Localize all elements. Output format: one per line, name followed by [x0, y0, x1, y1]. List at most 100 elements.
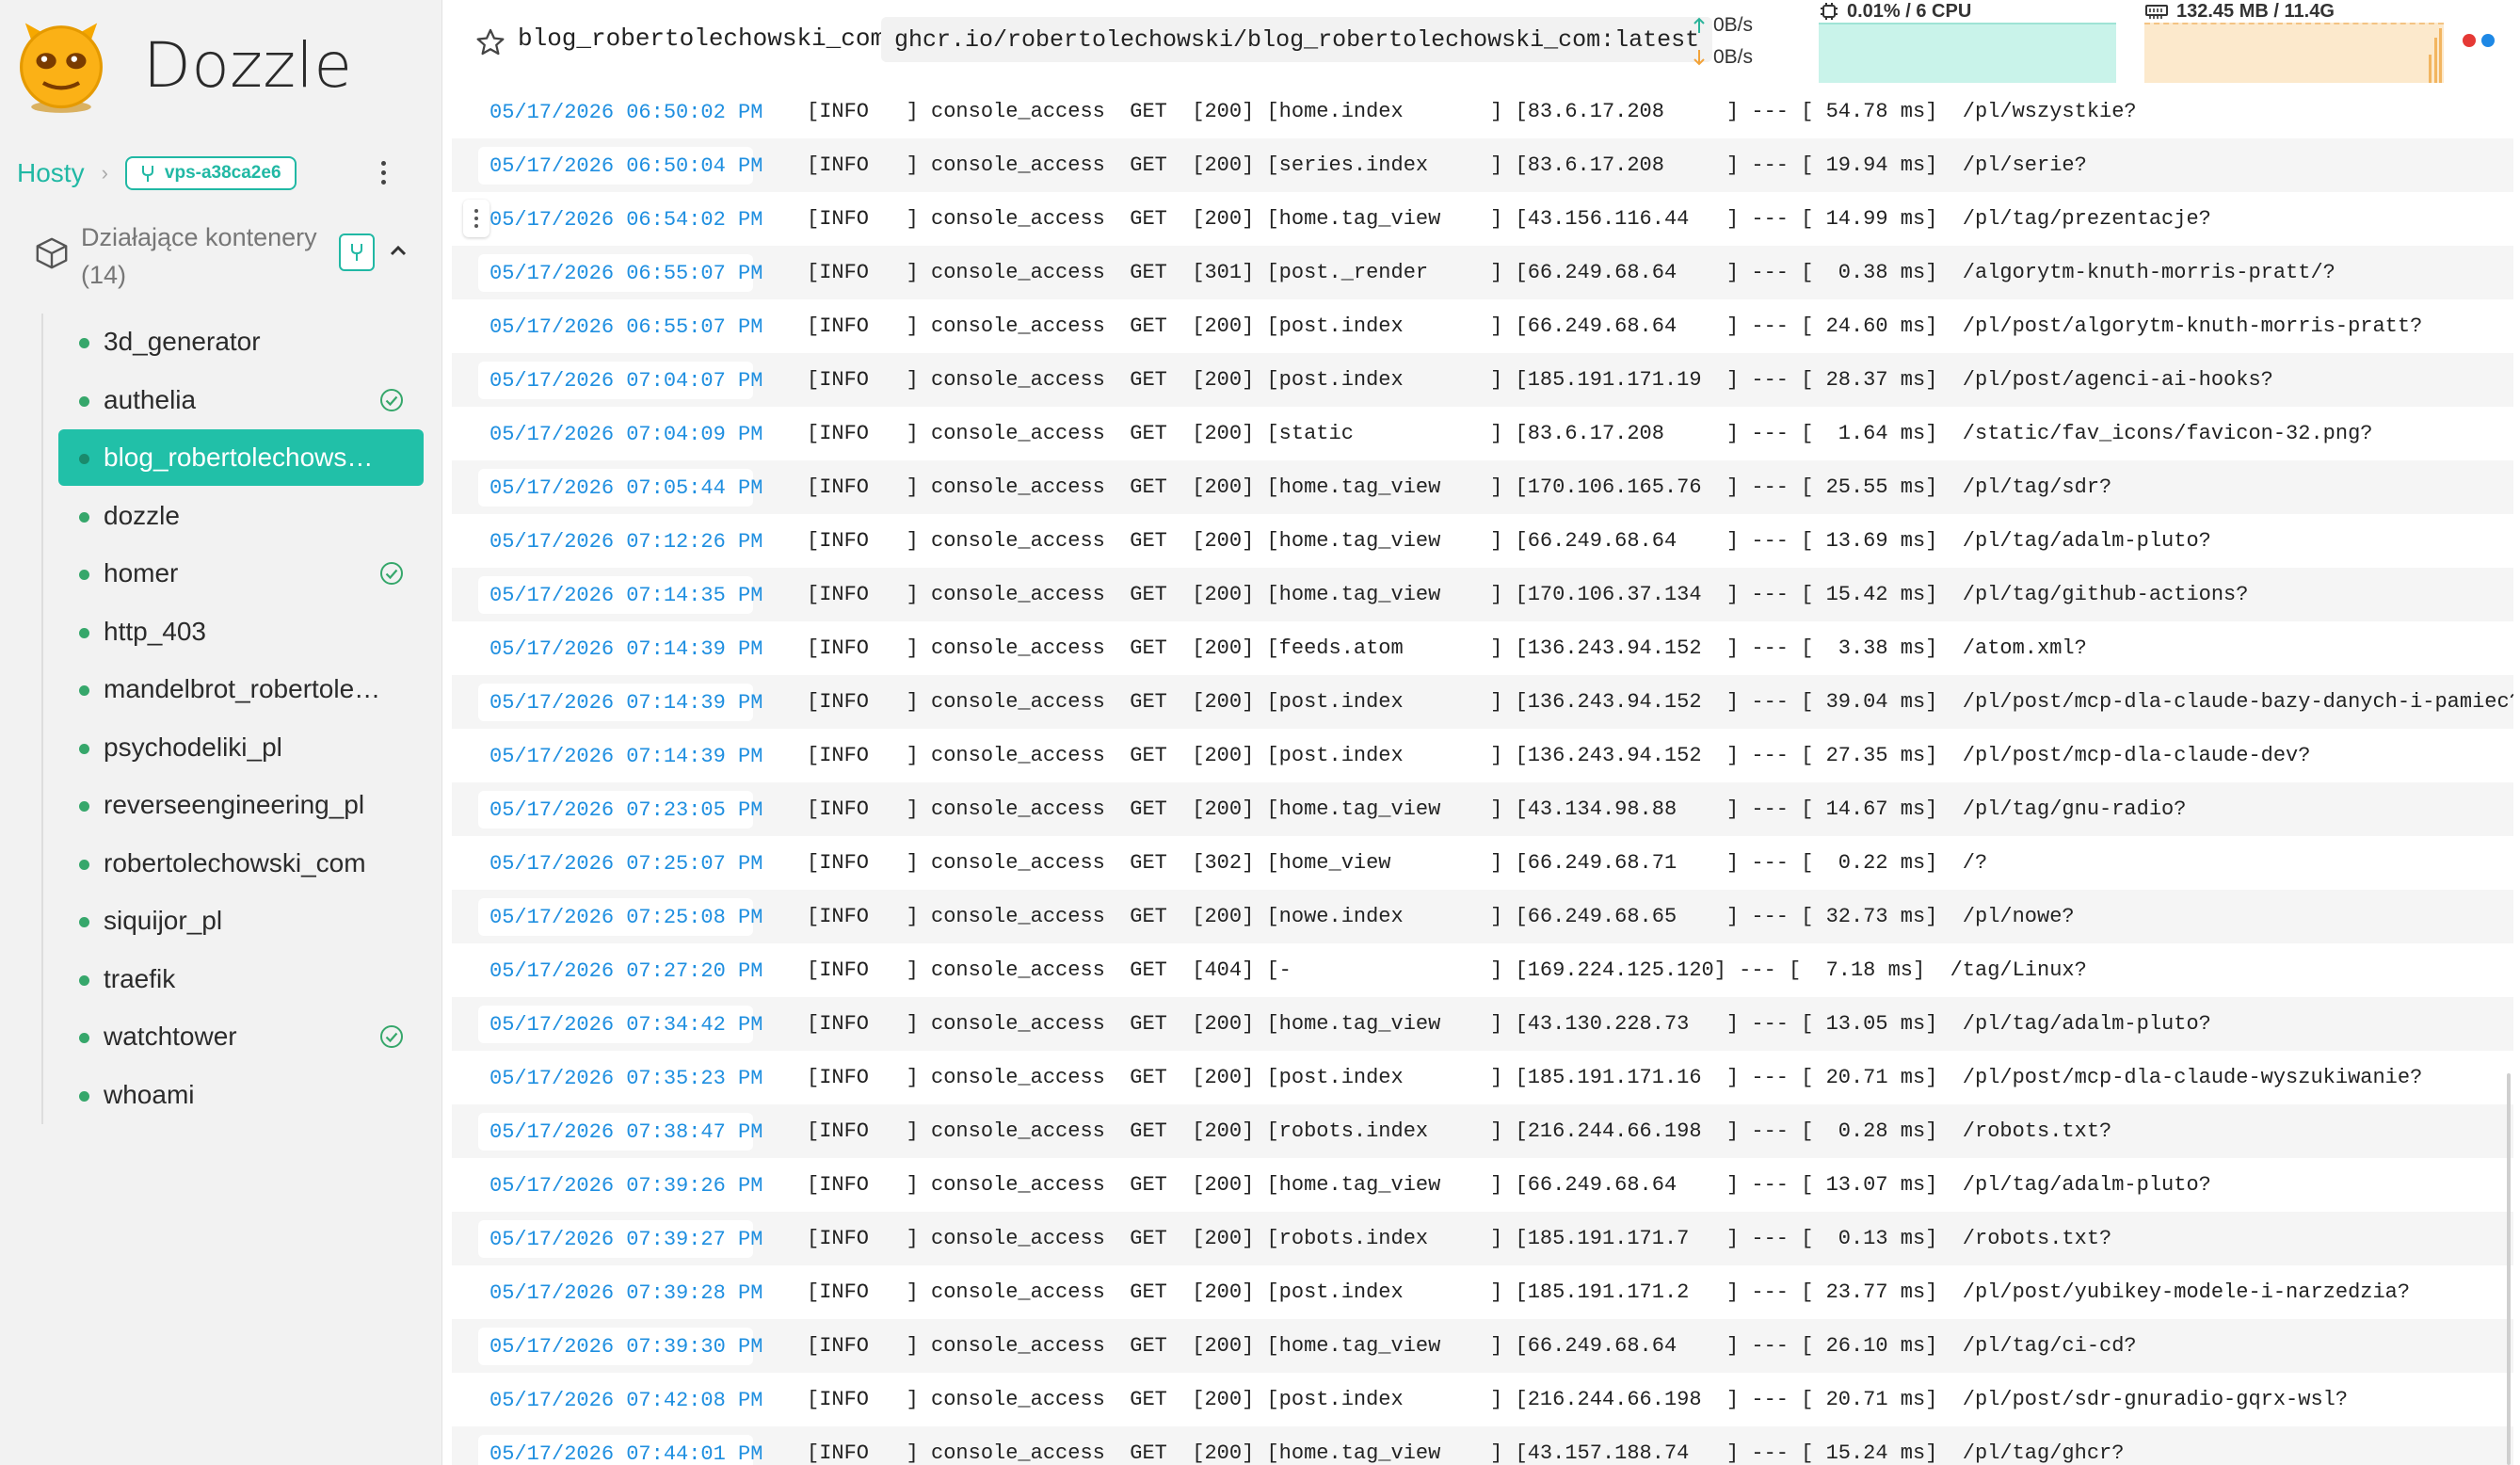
log-timestamp[interactable]: 05/17/2026 07:27:20 PM — [478, 952, 762, 990]
log-message: [INFO ] console_access GET [200] [series… — [807, 153, 2087, 177]
filter-button[interactable] — [339, 233, 375, 271]
section-title: Działające kontenery (14) — [81, 223, 317, 289]
cube-icon — [36, 237, 68, 269]
container-item[interactable]: robertolechowski_com — [58, 835, 424, 892]
log-row[interactable]: 05/17/2026 07:39:28 PM [INFO ] console_ac… — [452, 1265, 2513, 1319]
log-row[interactable]: 05/17/2026 07:44:01 PM [INFO ] console_ac… — [452, 1426, 2513, 1465]
log-timestamp[interactable]: 05/17/2026 07:39:30 PM — [478, 1328, 762, 1365]
log-row[interactable]: 05/17/2026 07:34:42 PM [INFO ] console_ac… — [452, 997, 2513, 1051]
hosts-link[interactable]: Hosty — [17, 158, 85, 188]
container-item[interactable]: 3d_generator — [58, 314, 424, 370]
collapse-button[interactable] — [384, 232, 412, 269]
container-item[interactable]: traefik — [58, 951, 424, 1007]
log-timestamp[interactable]: 05/17/2026 07:25:07 PM — [478, 845, 762, 882]
log-timestamp[interactable]: 05/17/2026 07:23:05 PM — [478, 791, 762, 829]
running-status-dot — [79, 1090, 89, 1102]
log-row[interactable]: 05/17/2026 06:55:07 PM [INFO ] console_ac… — [452, 246, 2513, 299]
log-timestamp[interactable]: 05/17/2026 07:14:39 PM — [478, 737, 762, 775]
sidebar-menu-button[interactable] — [369, 156, 397, 188]
container-item[interactable]: authelia — [58, 372, 424, 428]
star-icon[interactable] — [474, 26, 506, 58]
log-row[interactable]: 05/17/2026 07:23:05 PM [INFO ] console_ac… — [452, 782, 2513, 836]
log-message: [INFO ] console_access GET [200] [home.t… — [807, 1441, 2125, 1465]
running-status-dot — [79, 1033, 89, 1043]
container-item[interactable]: mandelbrot_robertolech... — [58, 661, 424, 717]
log-timestamp[interactable]: 05/17/2026 07:14:35 PM — [478, 576, 762, 614]
memory-value: 132.45 MB / 11.4G — [2176, 0, 2335, 22]
container-name: reverseengineering_pl — [104, 790, 365, 819]
log-timestamp[interactable]: 05/17/2026 06:55:07 PM — [478, 254, 762, 292]
healthy-check-icon — [380, 562, 403, 585]
log-timestamp[interactable]: 05/17/2026 07:35:23 PM — [478, 1059, 762, 1097]
container-item[interactable]: homer — [58, 545, 424, 602]
log-row[interactable]: 05/17/2026 07:39:27 PM [INFO ] console_ac… — [452, 1212, 2513, 1265]
log-timestamp[interactable]: 05/17/2026 07:12:26 PM — [478, 523, 762, 560]
log-row[interactable]: 05/17/2026 07:35:23 PM [INFO ] console_ac… — [452, 1051, 2513, 1104]
log-timestamp[interactable]: 05/17/2026 07:39:28 PM — [478, 1274, 762, 1312]
log-row[interactable]: 05/17/2026 07:42:08 PM [INFO ] console_ac… — [452, 1373, 2513, 1426]
log-timestamp[interactable]: 05/17/2026 06:50:04 PM — [478, 147, 762, 185]
brand[interactable]: Dozzle — [11, 13, 352, 117]
status-indicator — [2463, 34, 2495, 47]
log-row[interactable]: 05/17/2026 07:25:08 PM [INFO ] console_ac… — [452, 890, 2513, 943]
log-row[interactable]: 05/17/2026 07:04:09 PM [INFO ] console_ac… — [452, 407, 2513, 460]
host-selector[interactable]: vps-a38ca2e6 — [124, 156, 297, 190]
log-timestamp[interactable]: 05/17/2026 07:25:08 PM — [478, 898, 762, 936]
container-name: watchtower — [104, 1022, 237, 1051]
log-timestamp[interactable]: 05/17/2026 07:39:27 PM — [478, 1220, 762, 1258]
scrollbar[interactable] — [2507, 1073, 2511, 1465]
log-row[interactable]: 05/17/2026 07:14:39 PM [INFO ] console_ac… — [452, 729, 2513, 782]
log-message: [INFO ] console_access GET [301] [post._… — [807, 261, 2335, 284]
log-message: [INFO ] console_access GET [200] [home.t… — [807, 797, 2187, 821]
container-name: blog_robertolechowski_c... — [104, 443, 386, 472]
row-menu-button[interactable] — [463, 200, 490, 237]
log-row[interactable]: 05/17/2026 06:54:02 PM [INFO ] console_ac… — [452, 192, 2513, 246]
log-message: [INFO ] console_access GET [302] [home_v… — [807, 851, 1988, 875]
log-row[interactable]: 05/17/2026 07:25:07 PM [INFO ] console_ac… — [452, 836, 2513, 890]
log-timestamp[interactable]: 05/17/2026 07:05:44 PM — [478, 469, 762, 507]
log-viewer[interactable]: 05/17/2026 06:50:02 PM [INFO ] console_ac… — [452, 85, 2513, 1465]
log-row[interactable]: 05/17/2026 07:27:20 PM [INFO ] console_ac… — [452, 943, 2513, 997]
container-item[interactable]: siquijor_pl — [58, 893, 424, 949]
top-bar: blog_robertolechowski_com ghcr.io/robert… — [442, 0, 2520, 83]
running-status-dot — [79, 743, 89, 754]
cpu-stats: 0.01% / 6 CPU — [1819, 0, 2118, 83]
log-timestamp[interactable]: 05/17/2026 06:55:07 PM — [478, 308, 762, 346]
container-name: traefik — [104, 963, 176, 993]
container-item[interactable]: blog_robertolechowski_c... — [58, 429, 424, 486]
log-timestamp[interactable]: 05/17/2026 06:54:02 PM — [478, 201, 762, 238]
log-row[interactable]: 05/17/2026 07:04:07 PM [INFO ] console_ac… — [452, 353, 2513, 407]
container-item[interactable]: watchtower — [58, 1008, 424, 1065]
log-row[interactable]: 05/17/2026 07:39:26 PM [INFO ] console_ac… — [452, 1158, 2513, 1212]
container-item[interactable]: http_403 — [58, 604, 424, 660]
running-status-dot — [79, 974, 89, 986]
log-row[interactable]: 05/17/2026 07:12:26 PM [INFO ] console_ac… — [452, 514, 2513, 568]
container-item[interactable]: reverseengineering_pl — [58, 777, 424, 833]
log-timestamp[interactable]: 05/17/2026 07:44:01 PM — [478, 1435, 762, 1465]
log-message: [INFO ] console_access GET [200] [feeds.… — [807, 636, 2087, 660]
log-message: [INFO ] console_access GET [200] [robots… — [807, 1227, 2112, 1250]
log-timestamp[interactable]: 05/17/2026 07:39:26 PM — [478, 1167, 762, 1204]
log-message: [INFO ] console_access GET [200] [post.i… — [807, 1388, 2349, 1411]
log-timestamp[interactable]: 05/17/2026 07:04:07 PM — [478, 362, 762, 399]
container-item[interactable]: dozzle — [58, 488, 424, 544]
log-row[interactable]: 05/17/2026 07:14:35 PM [INFO ] console_ac… — [452, 568, 2513, 621]
log-timestamp[interactable]: 05/17/2026 07:14:39 PM — [478, 630, 762, 668]
log-row[interactable]: 05/17/2026 07:38:47 PM [INFO ] console_ac… — [452, 1104, 2513, 1158]
log-timestamp[interactable]: 05/17/2026 07:38:47 PM — [478, 1113, 762, 1151]
log-row[interactable]: 05/17/2026 07:14:39 PM [INFO ] console_ac… — [452, 675, 2513, 729]
log-row[interactable]: 05/17/2026 07:14:39 PM [INFO ] console_ac… — [452, 621, 2513, 675]
log-row[interactable]: 05/17/2026 06:50:02 PM [INFO ] console_ac… — [452, 85, 2513, 138]
container-name: authelia — [104, 384, 197, 414]
log-row[interactable]: 05/17/2026 06:55:07 PM [INFO ] console_ac… — [452, 299, 2513, 353]
log-timestamp[interactable]: 05/17/2026 07:42:08 PM — [478, 1381, 762, 1419]
log-row[interactable]: 05/17/2026 06:50:04 PM [INFO ] console_ac… — [452, 138, 2513, 192]
log-timestamp[interactable]: 05/17/2026 07:14:39 PM — [478, 684, 762, 721]
log-timestamp[interactable]: 05/17/2026 06:50:02 PM — [478, 93, 762, 131]
log-row[interactable]: 05/17/2026 07:39:30 PM [INFO ] console_ac… — [452, 1319, 2513, 1373]
container-item[interactable]: psychodeliki_pl — [58, 719, 424, 776]
container-item[interactable]: whoami — [58, 1067, 424, 1123]
log-row[interactable]: 05/17/2026 07:05:44 PM [INFO ] console_ac… — [452, 460, 2513, 514]
log-timestamp[interactable]: 05/17/2026 07:04:09 PM — [478, 415, 762, 453]
log-timestamp[interactable]: 05/17/2026 07:34:42 PM — [478, 1006, 762, 1043]
